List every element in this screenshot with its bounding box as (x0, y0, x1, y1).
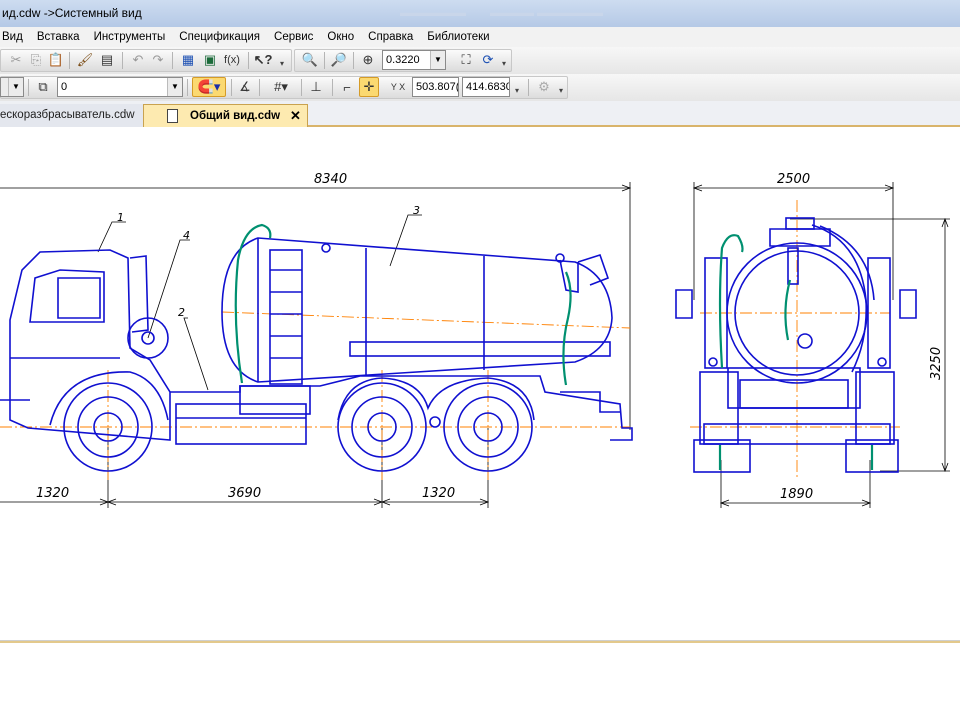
cursor-coords-icon[interactable]: ✛ (359, 77, 379, 97)
pan-icon[interactable]: ⛶ (456, 50, 476, 70)
title-ghost-text: ▬▬▬▬▬▬ (400, 7, 466, 19)
zoom-scale-value: 0.3220 (386, 54, 420, 66)
toolbar-overflow-icon[interactable]: ▾ (559, 86, 563, 95)
cut-icon[interactable]: ✂ (6, 50, 26, 70)
undo-icon[interactable]: ↶ (128, 50, 148, 70)
tab-document-2[interactable]: Общий вид.cdw ✕ (143, 104, 308, 127)
dim-overall-length: 8340 (314, 172, 347, 187)
local-snap-icon[interactable]: ∡ (235, 77, 255, 97)
separator (324, 52, 325, 69)
tab-document-1[interactable]: ескоразбрасыватель.cdw (0, 104, 150, 127)
tab-label: Общий вид.cdw (190, 110, 281, 122)
drawing-svg: 8340 1320 3690 1320 2500 1890 3250 1 2 3… (0, 172, 950, 508)
menu-tools[interactable]: Инструменты (87, 31, 173, 43)
dim-track: 1890 (780, 487, 813, 502)
coord-axes-label: Y X (390, 81, 406, 92)
layer-value: 0 (61, 81, 68, 93)
separator (248, 52, 249, 69)
dim-wheelbase: 3690 (228, 486, 261, 501)
callout-4: 4 (183, 229, 190, 242)
help-pointer-icon[interactable]: ↖? (253, 50, 273, 70)
window-title-bar: ид.cdw ->Системный вид ▬▬▬▬▬▬ ▬▬▬▬ ▬▬▬▬▬… (0, 0, 960, 27)
dim-height: 3250 (929, 347, 944, 380)
menu-insert[interactable]: Вставка (30, 31, 87, 43)
tab-label: ескоразбрасыватель.cdw (0, 109, 135, 121)
coord-y-field[interactable]: 414.6830 (462, 77, 510, 97)
dim-width: 2500 (777, 172, 810, 187)
toolbar-overflow-icon[interactable]: ▾ (502, 59, 506, 68)
manager-icon[interactable]: ▦ (178, 50, 198, 70)
coordinate-system-icon[interactable]: ⊥ (306, 77, 326, 97)
standard-toolbar: ✂ ⎘ 📋 🖌 ▤ ↶ ↷ ▦ ▣ f(x) ↖? ▾ 🔍 🔎 ⊕ 0.3220… (0, 47, 960, 74)
menu-window[interactable]: Окно (320, 31, 361, 43)
separator (332, 79, 333, 96)
copy-icon[interactable]: ⎘ (26, 50, 46, 70)
callout-2: 2 (178, 306, 185, 319)
brush-icon[interactable]: 🖌 (75, 50, 95, 70)
dim-axle-front: 1320 (36, 486, 69, 501)
separator (122, 52, 123, 69)
separator (187, 79, 188, 96)
layer-field[interactable]: 0 ▼ (57, 77, 183, 97)
coord-x-value: 503.807( (416, 81, 459, 93)
layers-icon[interactable]: ⧉ (33, 77, 53, 97)
separator (528, 79, 529, 96)
close-icon[interactable]: ✕ (290, 105, 301, 127)
menu-bar: Вид Вставка Инструменты Спецификация Сер… (0, 27, 960, 47)
dim-axle-rear: 1320 (422, 486, 455, 501)
refresh-icon[interactable]: ⟳ (478, 50, 498, 70)
title-ghost-text-2: ▬▬▬▬ ▬▬▬▬▬▬ (490, 7, 604, 19)
coord-y-value: 414.6830 (466, 81, 510, 93)
zoom-in-icon[interactable]: ⊕ (358, 50, 378, 70)
separator (259, 79, 260, 96)
menu-service[interactable]: Сервис (267, 31, 320, 43)
chevron-down-icon[interactable]: ▼ (167, 78, 182, 96)
zoom-all-icon[interactable]: 🔎 (329, 50, 349, 70)
style-select[interactable]: ▼ (0, 77, 24, 97)
document-icon (167, 109, 178, 123)
separator (353, 52, 354, 69)
document-tab-bar: ескоразбрасыватель.cdw Общий вид.cdw ✕ (0, 101, 960, 127)
redo-icon[interactable]: ↷ (148, 50, 168, 70)
separator (172, 52, 173, 69)
toolbar-overflow-icon[interactable]: ▾ (280, 59, 284, 68)
separator (301, 79, 302, 96)
function-icon[interactable]: f(x) (222, 50, 242, 70)
menu-view[interactable]: Вид (0, 31, 30, 43)
coord-x-field[interactable]: 503.807( (412, 77, 459, 97)
ortho-icon[interactable]: ⌐ (337, 77, 357, 97)
menu-libraries[interactable]: Библиотеки (420, 31, 496, 43)
properties-icon[interactable]: ▤ (97, 50, 117, 70)
callout-3: 3 (413, 204, 420, 217)
menu-specification[interactable]: Спецификация (172, 31, 267, 43)
callout-1: 1 (117, 211, 124, 224)
drawing-canvas[interactable]: 8340 1320 3690 1320 2500 1890 3250 1 2 3… (0, 129, 960, 639)
separator (69, 52, 70, 69)
library-icon[interactable]: ⚙ (534, 77, 554, 97)
window-title: ид.cdw ->Системный вид (2, 6, 142, 20)
menu-help[interactable]: Справка (361, 31, 420, 43)
zoom-window-icon[interactable]: 🔍 (300, 50, 320, 70)
chevron-down-icon[interactable]: ▼ (8, 78, 23, 96)
zoom-scale-field[interactable]: 0.3220 ▼ (382, 50, 446, 70)
grid-icon[interactable]: #▾ (264, 77, 298, 97)
separator (28, 79, 29, 96)
paste-icon[interactable]: 📋 (46, 50, 66, 70)
toolbar-overflow-icon[interactable]: ▾ (515, 86, 519, 95)
chevron-down-icon[interactable]: ▼ (430, 51, 445, 69)
current-state-toolbar: ▼ ⧉ 0 ▼ 🧲▾ ∡ #▾ ⊥ ⌐ ✛ Y X 503.807( 414.6… (0, 74, 960, 101)
variables-icon[interactable]: ▣ (200, 50, 220, 70)
snap-magnet-icon[interactable]: 🧲▾ (192, 77, 226, 97)
separator (231, 79, 232, 96)
status-divider (0, 640, 960, 643)
